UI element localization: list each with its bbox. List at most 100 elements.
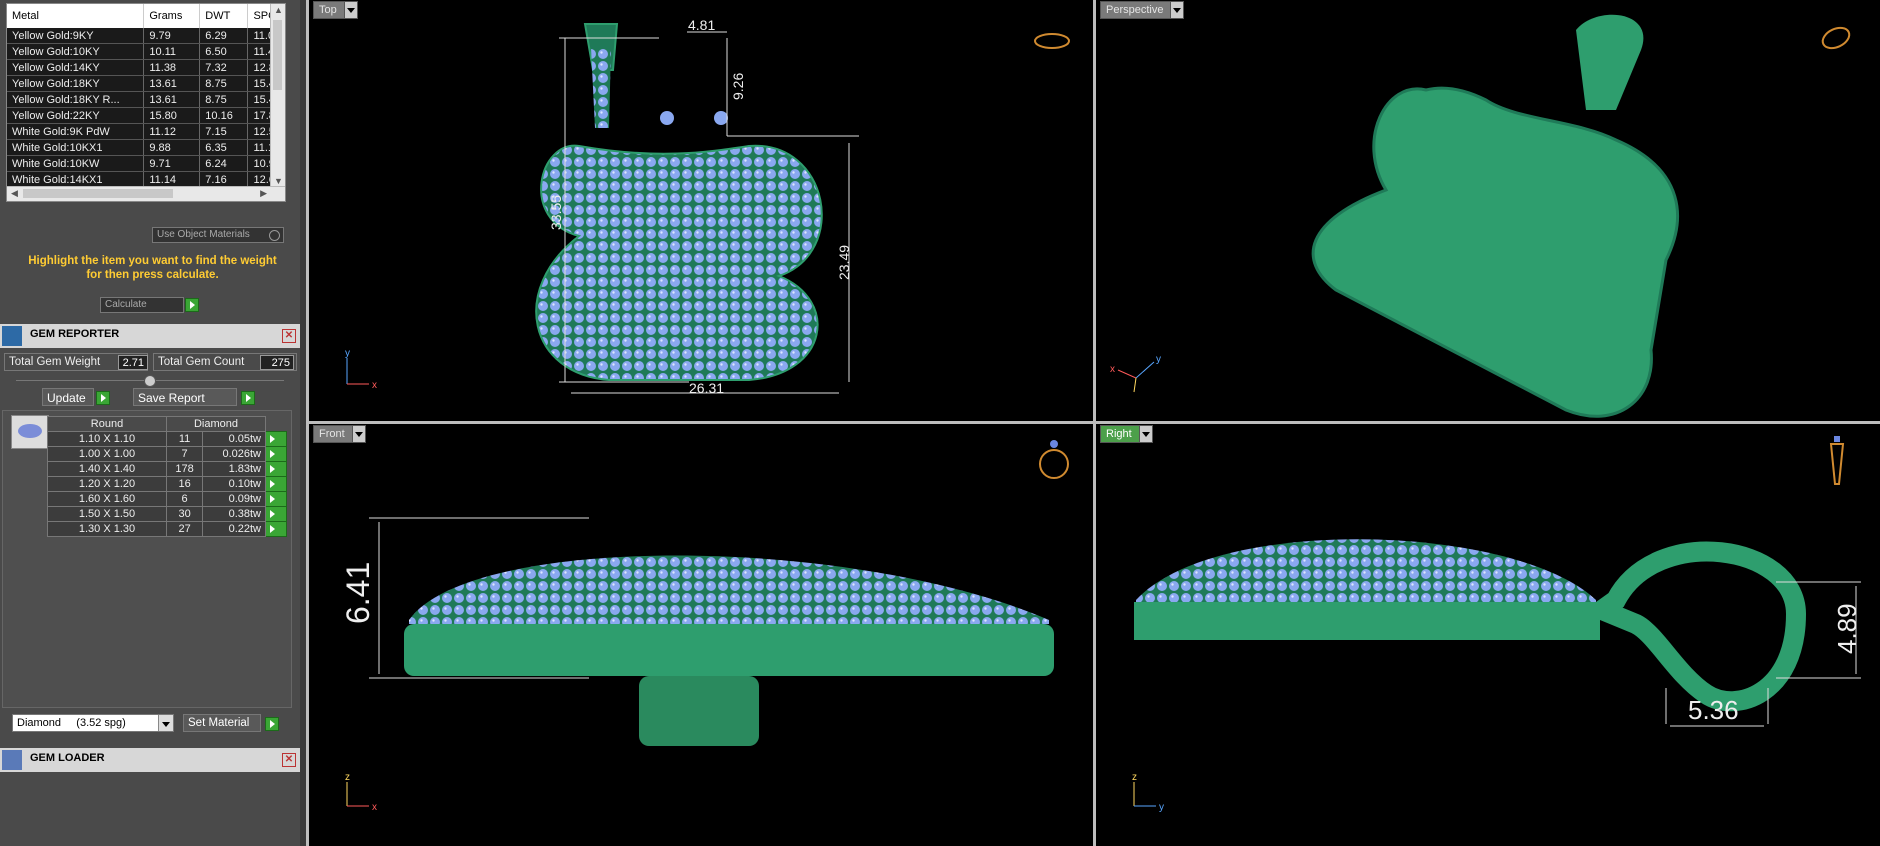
viewport-right[interactable]: 4.89 5.36 z y Right <box>1096 424 1880 846</box>
gem-row[interactable]: 1.50 X 1.50 30 0.38tw <box>47 506 287 522</box>
chevron-down-icon[interactable] <box>158 715 173 731</box>
update-button[interactable]: Update <box>42 388 94 406</box>
chevron-down-icon[interactable] <box>351 426 365 442</box>
table-row[interactable]: Yellow Gold:10KY 10.11 6.50 11.43 <box>7 43 285 60</box>
horizontal-scrollbar[interactable]: ◀ ▶ <box>7 186 285 201</box>
select-gem-play-icon[interactable] <box>265 506 287 522</box>
table-cell: 11.38 <box>143 59 201 76</box>
select-gem-play-icon[interactable] <box>265 431 287 447</box>
table-row[interactable]: Yellow Gold:14KY 11.38 7.32 12.88 <box>7 59 285 76</box>
right-metal-base <box>1134 602 1600 640</box>
gem-row[interactable]: 1.00 X 1.00 7 0.026tw <box>47 446 287 462</box>
perspective-view-render[interactable]: y x <box>1096 0 1880 421</box>
viewport-label-right[interactable]: Right <box>1100 425 1153 443</box>
scroll-right-icon[interactable]: ▶ <box>260 188 267 199</box>
axis-triad-icon: z x <box>345 772 377 813</box>
col-header-metal[interactable]: Metal <box>7 4 145 28</box>
close-icon[interactable]: ✕ <box>282 753 296 767</box>
scroll-left-icon[interactable]: ◀ <box>11 188 18 199</box>
right-view-render[interactable]: 4.89 5.36 z y <box>1096 424 1880 846</box>
viewport-label-front[interactable]: Front <box>313 425 366 443</box>
table-cell: Yellow Gold:9KY <box>7 28 145 44</box>
viewport-front[interactable]: 6.41 z x Front <box>309 424 1093 846</box>
svg-text:y: y <box>345 348 350 359</box>
table-row[interactable]: White Gold:10KX1 9.88 6.35 11.18 <box>7 139 285 156</box>
front-view-render[interactable]: 6.41 z x <box>309 424 1093 846</box>
metal-weight-table[interactable]: Metal Grams DWT SPG Yellow Gold:9KY 9.79 6… <box>6 3 286 202</box>
gem-reporter-icon <box>2 326 22 346</box>
right-gem-dome <box>1136 539 1596 602</box>
svg-text:z: z <box>345 772 350 783</box>
slider-handle[interactable] <box>144 375 156 387</box>
calculate-button[interactable]: Calculate <box>100 297 184 313</box>
select-gem-play-icon[interactable] <box>265 521 287 537</box>
gem-size: 1.10 X 1.10 <box>47 431 167 447</box>
chevron-down-icon[interactable] <box>1138 426 1152 442</box>
top-view-render[interactable]: 4.81 9.26 33.55 23.49 26.31 y x <box>309 0 1093 421</box>
save-report-play-icon[interactable] <box>241 391 255 405</box>
table-cell: Yellow Gold:18KY <box>7 75 145 92</box>
table-cell: White Gold:10KX1 <box>7 139 145 156</box>
viewport-label-perspective[interactable]: Perspective <box>1100 1 1185 19</box>
update-play-icon[interactable] <box>96 391 110 405</box>
table-cell: 11.12 <box>143 123 201 140</box>
table-row[interactable]: Yellow Gold:18KY 13.61 8.75 15.41 <box>7 75 285 92</box>
table-row[interactable]: Yellow Gold:22KY 15.80 10.16 17.89 <box>7 107 285 124</box>
table-cell: 13.61 <box>143 91 201 108</box>
table-row[interactable]: White Gold:10KW 9.71 6.24 10.99 <box>7 155 285 172</box>
scroll-up-icon[interactable]: ▲ <box>274 5 283 15</box>
scroll-thumb[interactable] <box>273 20 282 90</box>
axis-triad-icon: y x <box>345 348 377 391</box>
select-gem-play-icon[interactable] <box>265 461 287 477</box>
gem-row[interactable]: 1.10 X 1.10 11 0.05tw <box>47 431 287 447</box>
set-material-button[interactable]: Set Material <box>183 714 261 732</box>
dim-body-height: 23.49 <box>836 245 852 280</box>
ring-icon <box>1034 33 1070 49</box>
gem-reporter-header: GEM REPORTER ✕ <box>0 324 300 348</box>
front-metal-base <box>404 624 1054 676</box>
gem-row[interactable]: 1.60 X 1.60 6 0.09tw <box>47 491 287 507</box>
select-gem-play-icon[interactable] <box>265 446 287 462</box>
table-cell: 8.75 <box>199 75 249 92</box>
select-gem-play-icon[interactable] <box>265 476 287 492</box>
table-cell: 15.80 <box>143 107 201 124</box>
vertical-scrollbar[interactable]: ▲ ▼ <box>270 4 285 187</box>
col-header-dwt[interactable]: DWT <box>199 4 249 28</box>
calculate-play-icon[interactable] <box>185 298 199 312</box>
viewport-perspective[interactable]: y x Perspective <box>1096 0 1880 421</box>
dim-total-height: 33.55 <box>548 195 564 230</box>
set-material-play-icon[interactable] <box>265 717 279 731</box>
gem-row[interactable]: 1.20 X 1.20 16 0.10tw <box>47 476 287 492</box>
gem-count: 6 <box>165 491 204 507</box>
viewport-label-top[interactable]: Top <box>313 1 358 19</box>
table-cell: 6.24 <box>199 155 249 172</box>
material-select[interactable]: Diamond (3.52 spg) <box>12 714 174 732</box>
table-row[interactable]: Yellow Gold:9KY 9.79 6.29 11.08 <box>7 28 285 44</box>
gem-row[interactable]: 1.40 X 1.40 178 1.83tw <box>47 461 287 477</box>
gem-weight: 0.026tw <box>202 446 266 462</box>
table-row[interactable]: Yellow Gold:18KY R... 13.61 8.75 15.41 <box>7 91 285 108</box>
gem-row[interactable]: 1.30 X 1.30 27 0.22tw <box>47 521 287 537</box>
hscroll-thumb[interactable] <box>23 189 173 198</box>
hint-line-2: for then press calculate. <box>86 269 219 281</box>
col-header-grams[interactable]: Grams <box>143 4 201 28</box>
svg-text:y: y <box>1156 354 1161 365</box>
table-cell: 10.16 <box>199 107 249 124</box>
dim-bail-w: 5.36 <box>1688 695 1739 725</box>
table-row[interactable]: White Gold:9K PdW 11.12 7.15 12.59 <box>7 123 285 140</box>
chevron-down-icon[interactable] <box>343 2 357 18</box>
table-cell: White Gold:10KW <box>7 155 145 172</box>
svg-text:x: x <box>372 380 377 391</box>
use-object-materials-field[interactable]: Use Object Materials <box>152 227 284 243</box>
close-icon[interactable]: ✕ <box>282 329 296 343</box>
save-report-button[interactable]: Save Report <box>133 388 237 406</box>
gem-type-header: Diamond <box>166 416 266 432</box>
table-cell: 9.88 <box>143 139 201 156</box>
chevron-down-icon[interactable] <box>1170 2 1184 18</box>
gem-size: 1.60 X 1.60 <box>47 491 167 507</box>
toggle-icon[interactable] <box>269 230 280 241</box>
gem-list-area: Round Diamond 1.10 X 1.10 11 0.05tw 1.00 X … <box>2 410 292 708</box>
select-gem-play-icon[interactable] <box>265 491 287 507</box>
scroll-down-icon[interactable]: ▼ <box>274 176 283 186</box>
viewport-top[interactable]: 4.81 9.26 33.55 23.49 26.31 y x Top <box>309 0 1093 421</box>
